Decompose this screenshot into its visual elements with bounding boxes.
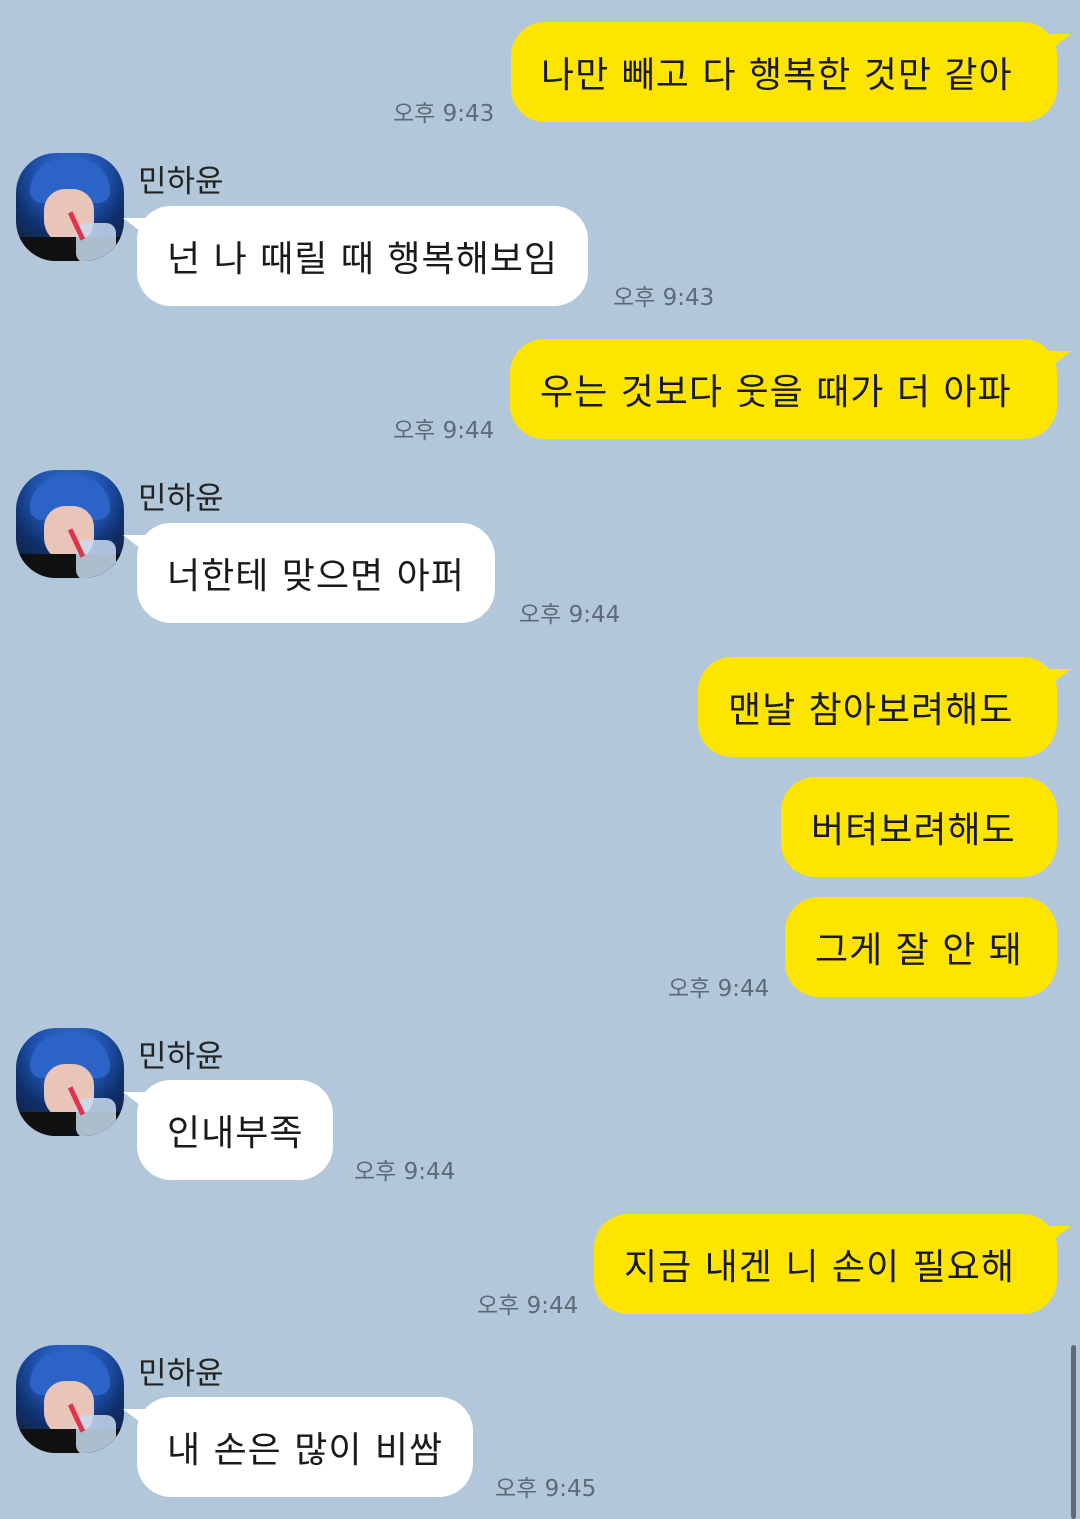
message-text: 맨날 참아보려해도 xyxy=(728,690,1014,731)
contact-message-bubble[interactable]: 넌 나 때릴 때 행복해보임 xyxy=(123,206,588,306)
my-message-bubble[interactable]: 그게 잘 안 돼 xyxy=(785,897,1057,997)
message-text: 지금 내겐 니 손이 필요해 xyxy=(624,1247,1015,1288)
message-text: 넌 나 때릴 때 행복해보임 xyxy=(167,239,558,280)
bubble-tail xyxy=(123,1409,149,1429)
message-time: 오후 9:44 xyxy=(668,976,770,1002)
my-message-bubble[interactable]: 버텨보려해도 xyxy=(781,777,1057,877)
message-text: 인내부족 xyxy=(167,1113,304,1154)
contact-avatar[interactable] xyxy=(16,470,124,578)
scrollbar[interactable] xyxy=(1071,1345,1076,1519)
contact-avatar[interactable] xyxy=(16,1345,124,1453)
message-time: 오후 9:44 xyxy=(393,418,495,444)
message-text: 우는 것보다 웃을 때가 더 아파 xyxy=(540,372,1012,413)
message-text: 내 손은 많이 비쌈 xyxy=(167,1430,444,1471)
message-text: 너한테 맞으면 아퍼 xyxy=(167,556,465,597)
my-message-bubble[interactable]: 지금 내겐 니 손이 필요해 xyxy=(594,1214,1071,1314)
contact-name: 민하윤 xyxy=(138,164,224,200)
bubble-tail xyxy=(1045,351,1071,371)
my-message-bubble[interactable]: 맨날 참아보려해도 xyxy=(698,657,1071,757)
my-message-bubble[interactable]: 나만 빼고 다 행복한 것만 같아 xyxy=(511,22,1071,122)
message-text: 나만 빼고 다 행복한 것만 같아 xyxy=(541,55,1013,96)
message-text: 그게 잘 안 돼 xyxy=(815,930,1023,971)
contact-name: 민하윤 xyxy=(138,1356,224,1392)
bubble-tail xyxy=(123,1092,149,1112)
message-time: 오후 9:44 xyxy=(354,1159,456,1185)
contact-name: 민하윤 xyxy=(138,481,224,517)
my-message-bubble[interactable]: 우는 것보다 웃을 때가 더 아파 xyxy=(510,339,1071,439)
bubble-tail xyxy=(1045,34,1071,54)
contact-message-bubble[interactable]: 너한테 맞으면 아퍼 xyxy=(123,523,495,623)
bubble-tail xyxy=(1045,1226,1071,1246)
contact-avatar[interactable] xyxy=(16,1028,124,1136)
contact-message-bubble[interactable]: 인내부족 xyxy=(123,1080,334,1180)
message-text: 버텨보려해도 xyxy=(811,810,1016,851)
bubble-tail xyxy=(1045,669,1071,689)
message-time: 오후 9:44 xyxy=(477,1293,579,1319)
message-time: 오후 9:44 xyxy=(519,602,621,628)
message-time: 오후 9:43 xyxy=(393,101,495,127)
contact-avatar[interactable] xyxy=(16,153,124,261)
contact-message-bubble[interactable]: 내 손은 많이 비쌈 xyxy=(123,1397,474,1497)
bubble-tail xyxy=(123,535,149,555)
contact-name: 민하윤 xyxy=(138,1039,224,1075)
message-time: 오후 9:45 xyxy=(495,1476,597,1502)
message-time: 오후 9:43 xyxy=(613,285,715,311)
bubble-tail xyxy=(123,218,149,238)
